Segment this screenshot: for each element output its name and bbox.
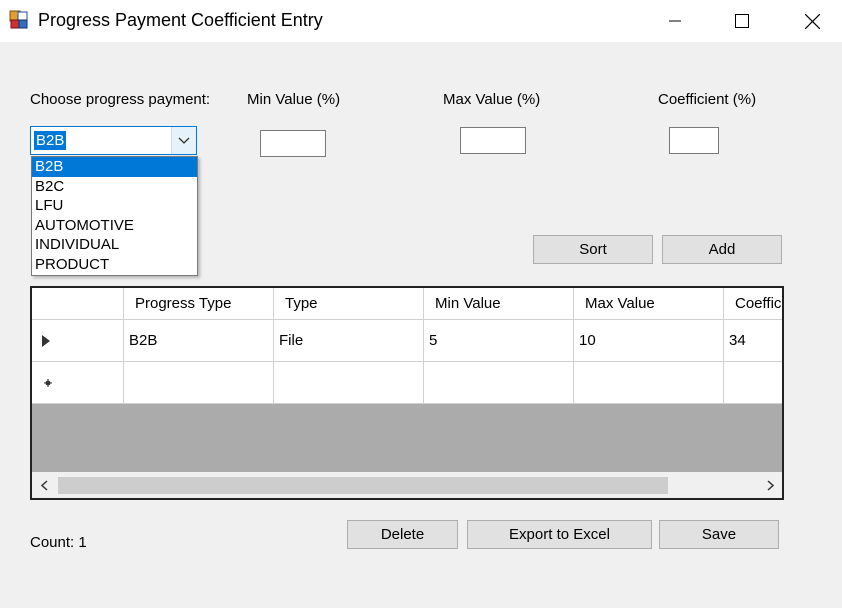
column-header-max-value[interactable]: Max Value (574, 288, 724, 320)
dropdown-option-lfu[interactable]: LFU (32, 196, 197, 216)
close-icon (804, 13, 820, 29)
column-header-min-value[interactable]: Min Value (424, 288, 574, 320)
dropdown-option-product[interactable]: PRODUCT (32, 255, 197, 275)
scroll-right-button[interactable] (758, 472, 782, 498)
maximize-button[interactable] (712, 0, 772, 42)
window-title: Progress Payment Coefficient Entry (38, 10, 323, 30)
cell-coefficient[interactable]: 34 (724, 320, 782, 362)
combobox-dropdown-button[interactable] (171, 127, 196, 154)
app-form-icon (9, 10, 28, 29)
sort-button[interactable]: Sort (533, 235, 653, 264)
progress-payment-combobox[interactable]: B2B (30, 126, 197, 155)
new-cell[interactable] (124, 362, 274, 404)
maximize-icon (735, 14, 749, 28)
new-cell[interactable] (724, 362, 782, 404)
chevron-left-icon (40, 479, 48, 491)
chevron-right-icon (766, 479, 774, 491)
new-cell[interactable] (274, 362, 424, 404)
save-button[interactable]: Save (659, 520, 779, 549)
column-header-type[interactable]: Type (274, 288, 424, 320)
cell-type[interactable]: File (274, 320, 424, 362)
cell-progress-type[interactable]: B2B (124, 320, 274, 362)
scrollbar-thumb[interactable] (58, 477, 668, 494)
min-value-input[interactable] (260, 130, 326, 157)
title-bar: Progress Payment Coefficient Entry (0, 0, 842, 42)
max-value-input[interactable] (460, 127, 526, 154)
new-row-icon (44, 378, 52, 387)
new-cell[interactable] (574, 362, 724, 404)
delete-button[interactable]: Delete (347, 520, 458, 549)
grid-content: Progress Type Type Min Value Max Value C… (32, 288, 782, 472)
max-value-label: Max Value (%) (443, 91, 541, 108)
grid-header-row: Progress Type Type Min Value Max Value C… (32, 288, 782, 320)
cell-min-value[interactable]: 5 (424, 320, 574, 362)
progress-payment-label: Choose progress payment: (30, 91, 211, 108)
dropdown-option-b2b[interactable]: B2B (32, 157, 197, 177)
horizontal-scrollbar[interactable] (32, 472, 782, 498)
add-button[interactable]: Add (662, 235, 782, 264)
table-row[interactable]: B2B File 5 10 34 (32, 320, 782, 362)
combobox-dropdown-list: B2B B2C LFU AUTOMOTIVE INDIVIDUAL PRODUC… (31, 156, 198, 276)
close-button[interactable] (782, 0, 842, 42)
dropdown-option-automotive[interactable]: AUTOMOTIVE (32, 216, 197, 236)
minimize-icon (669, 20, 681, 22)
export-to-excel-button[interactable]: Export to Excel (467, 520, 652, 549)
grid-corner-header (32, 288, 124, 320)
current-row-icon (42, 334, 50, 347)
min-value-label: Min Value (%) (247, 91, 341, 108)
chevron-down-icon (178, 137, 190, 144)
data-grid[interactable]: Progress Type Type Min Value Max Value C… (30, 286, 784, 500)
dropdown-option-b2c[interactable]: B2C (32, 177, 197, 197)
new-cell[interactable] (424, 362, 574, 404)
coefficient-label: Coefficient (%) (658, 91, 757, 108)
minimize-button[interactable] (645, 0, 705, 42)
column-header-coefficient[interactable]: Coeffic (724, 288, 782, 320)
row-header[interactable] (32, 320, 124, 362)
new-row[interactable] (32, 362, 782, 404)
combobox-selected-value: B2B (34, 131, 67, 150)
window: Progress Payment Coefficient Entry Choos… (0, 0, 842, 608)
scroll-left-button[interactable] (32, 472, 56, 498)
dropdown-option-individual[interactable]: INDIVIDUAL (32, 235, 197, 255)
column-header-progress-type[interactable]: Progress Type (124, 288, 274, 320)
count-label: Count: 1 (30, 534, 87, 551)
cell-max-value[interactable]: 10 (574, 320, 724, 362)
coefficient-input[interactable] (669, 127, 719, 154)
row-header-new[interactable] (32, 362, 124, 404)
